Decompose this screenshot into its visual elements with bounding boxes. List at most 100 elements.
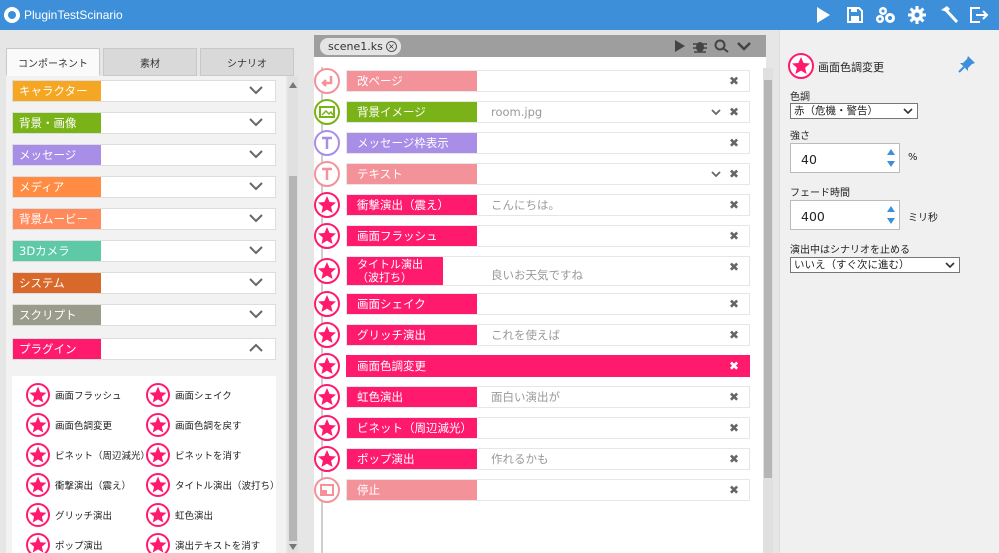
category-message[interactable]: メッセージ	[12, 144, 276, 166]
property-title: 画面色調変更	[818, 61, 884, 74]
delete-icon[interactable]: ✖	[729, 75, 739, 87]
delete-icon[interactable]: ✖	[729, 298, 739, 310]
script-row[interactable]: テキスト ✖	[314, 160, 754, 188]
scroll-up-icon[interactable]	[289, 82, 297, 88]
star-icon	[146, 473, 170, 497]
plugin-item[interactable]: ポップ演出	[26, 532, 103, 553]
script-row[interactable]: 画面フラッシュ ✖	[314, 222, 754, 250]
plugin-item[interactable]: 演出テキストを消す	[146, 532, 260, 553]
row-value[interactable]: 面白い演出が	[491, 387, 560, 407]
save-icon[interactable]	[844, 5, 866, 25]
chevron-down-icon	[903, 108, 913, 115]
delete-icon[interactable]: ✖	[729, 329, 739, 341]
scroll-down-icon[interactable]	[289, 544, 297, 550]
chevron-down-icon	[249, 86, 263, 95]
left-scrollbar[interactable]	[288, 76, 298, 553]
script-row[interactable]: グリッチ演出 これを使えば ✖	[314, 321, 754, 349]
plugin-item[interactable]: 画面フラッシュ	[26, 382, 122, 408]
row-value[interactable]: 良いお天気ですね	[491, 265, 583, 285]
script-row[interactable]: タイトル演出（波打ち） 良いお天気ですね ✖	[314, 253, 754, 289]
delete-icon[interactable]: ✖	[729, 230, 739, 242]
title-bar: PluginTestScinario	[0, 0, 999, 30]
delete-icon[interactable]: ✖	[729, 168, 739, 180]
plugin-item[interactable]: タイトル演出（波打ち）	[146, 472, 280, 498]
row-tag: 停止	[347, 480, 477, 500]
category-plugin[interactable]: プラグイン	[12, 338, 276, 360]
category-label: メッセージ	[13, 145, 101, 165]
plugin-item[interactable]: 画面色調を戻す	[146, 412, 242, 438]
tab-components[interactable]: コンポーネント	[6, 48, 100, 76]
tab-scenario[interactable]: シナリオ	[200, 48, 294, 76]
row-value[interactable]: room.jpg	[491, 102, 542, 122]
close-tab-icon[interactable]: ×	[385, 41, 397, 52]
plugin-item[interactable]: 衝撃演出（震え）	[26, 472, 131, 498]
script-row[interactable]: 背景イメージ room.jpg ✖	[314, 98, 754, 126]
row-box: 背景イメージ room.jpg ✖	[346, 101, 750, 123]
row-value[interactable]: これを使えば	[491, 325, 560, 345]
editor-scrollbar[interactable]	[763, 68, 773, 553]
script-row[interactable]: 虹色演出 面白い演出が ✖	[314, 383, 754, 411]
bug-icon[interactable]	[692, 39, 708, 53]
tone-select[interactable]: 赤（危機・警告）	[790, 103, 918, 119]
category-system[interactable]: システム	[12, 272, 276, 294]
delete-icon[interactable]: ✖	[729, 261, 739, 273]
exit-icon[interactable]	[968, 5, 990, 25]
tab-materials[interactable]: 素材	[103, 48, 197, 76]
pin-icon[interactable]	[958, 55, 976, 73]
stop-select[interactable]: いいえ（すぐ次に進む）	[790, 257, 960, 273]
star-icon	[26, 413, 50, 437]
settings-group-icon[interactable]	[875, 5, 897, 25]
delete-icon[interactable]: ✖	[729, 360, 739, 372]
file-tab[interactable]: scene1.ks ×	[320, 38, 401, 55]
row-value[interactable]: こんにちは。	[491, 195, 560, 215]
script-row[interactable]: メッセージ枠表示 ✖	[314, 129, 754, 157]
script-row-selected[interactable]: 画面色調変更 ✖	[314, 352, 754, 380]
play-icon[interactable]	[672, 39, 688, 53]
delete-icon[interactable]: ✖	[729, 453, 739, 465]
plugin-item[interactable]: 虹色演出	[146, 502, 213, 528]
plugin-item[interactable]: ビネットを消す	[146, 442, 242, 468]
category-background-image[interactable]: 背景・画像	[12, 112, 276, 134]
chevron-down-icon[interactable]	[736, 39, 752, 53]
chevron-down-icon	[249, 182, 263, 191]
search-icon[interactable]	[714, 39, 730, 53]
left-scroll-thumb[interactable]	[289, 176, 297, 541]
script-row[interactable]: ポップ演出 作れるかも ✖	[314, 445, 754, 473]
delete-icon[interactable]: ✖	[729, 391, 739, 403]
category-media[interactable]: メディア	[12, 176, 276, 198]
plugin-item[interactable]: グリッチ演出	[26, 502, 112, 528]
plugin-item[interactable]: 画面色調変更	[26, 412, 112, 438]
script-row[interactable]: ビネット（周辺減光） ✖	[314, 414, 754, 442]
row-value[interactable]: 作れるかも	[491, 449, 549, 469]
gear-icon[interactable]	[906, 5, 928, 25]
category-background-movie[interactable]: 背景ムービー	[12, 208, 276, 230]
category-character[interactable]: キャラクター	[12, 80, 276, 102]
plugin-label: ビネットを消す	[175, 451, 242, 462]
chevron-down-icon[interactable]	[711, 170, 721, 178]
plugin-item[interactable]: ビネット（周辺減光）	[26, 442, 150, 468]
tone-label: 色調	[790, 92, 810, 103]
script-row[interactable]: 衝撃演出（震え） こんにちは。 ✖	[314, 191, 754, 219]
strength-input[interactable]: 40	[790, 143, 900, 173]
plugin-item[interactable]: 画面シェイク	[146, 382, 232, 408]
play-icon[interactable]	[812, 5, 834, 25]
delete-icon[interactable]: ✖	[729, 106, 739, 118]
script-row[interactable]: 画面シェイク ✖	[314, 290, 754, 318]
delete-icon[interactable]: ✖	[729, 484, 739, 496]
delete-icon[interactable]: ✖	[729, 199, 739, 211]
spinner-icon[interactable]	[883, 202, 899, 228]
row-tag: グリッチ演出	[347, 325, 477, 345]
category-script[interactable]: スクリプト	[12, 304, 276, 326]
strength-label: 強さ	[790, 131, 810, 142]
delete-icon[interactable]: ✖	[729, 422, 739, 434]
build-hammer-icon[interactable]	[938, 5, 960, 25]
chevron-down-icon[interactable]	[711, 108, 721, 116]
fade-input[interactable]: 400	[790, 200, 900, 230]
spinner-icon[interactable]	[883, 145, 899, 171]
script-row[interactable]: 改ページ ✖	[314, 67, 754, 95]
category-3d-camera[interactable]: 3Dカメラ	[12, 240, 276, 262]
editor-scroll-thumb[interactable]	[764, 80, 772, 478]
script-row[interactable]: 停止 ✖	[314, 476, 754, 504]
row-box: 改ページ ✖	[346, 70, 750, 92]
delete-icon[interactable]: ✖	[729, 137, 739, 149]
